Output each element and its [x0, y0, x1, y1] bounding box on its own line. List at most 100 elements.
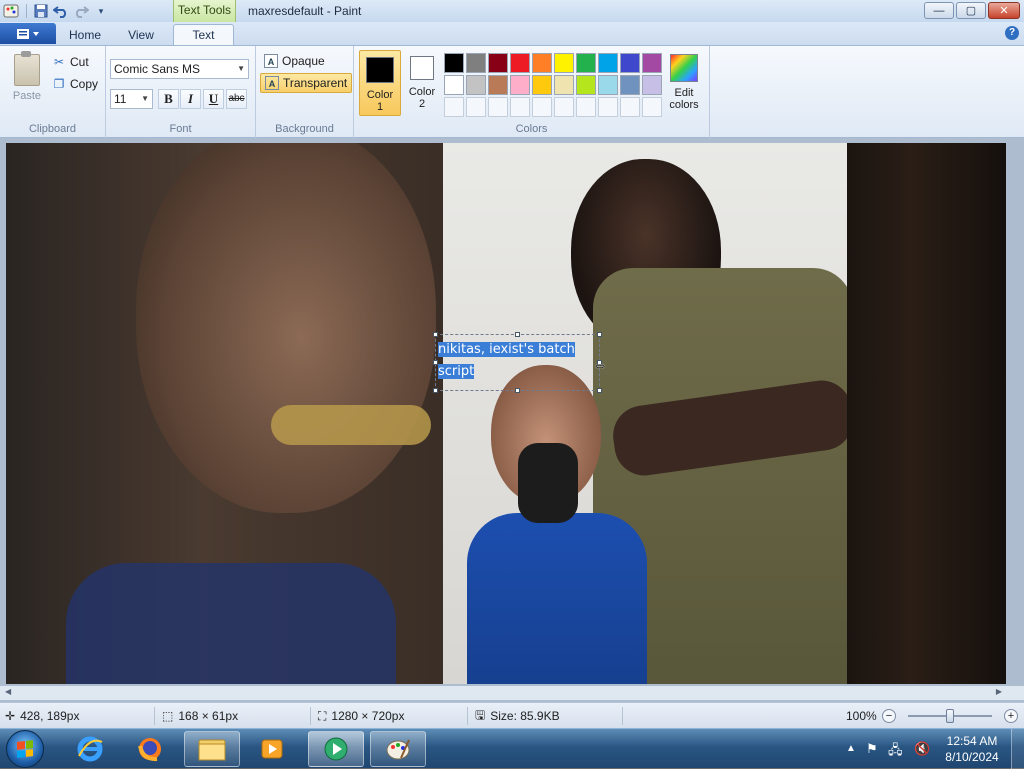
disk-icon: 🖫	[475, 707, 486, 722]
palette-color-2-8[interactable]	[598, 75, 618, 95]
zoom-slider-thumb[interactable]	[946, 709, 954, 723]
resize-handle-w[interactable]	[433, 360, 438, 365]
maximize-button[interactable]: ▢	[956, 2, 986, 19]
volume-muted-icon[interactable]: 🔇	[914, 741, 930, 757]
zoom-in-button[interactable]: +	[1004, 709, 1018, 723]
palette-color-1-8[interactable]	[598, 53, 618, 73]
taskbar-paint[interactable]	[370, 731, 426, 767]
show-desktop-button[interactable]	[1011, 729, 1024, 769]
font-size-select[interactable]: 11 ▼	[110, 89, 153, 109]
photo-blurred-left	[6, 143, 443, 684]
cursor-position: ✛ 428, 189px	[5, 703, 79, 729]
palette-color-2-4[interactable]	[510, 75, 530, 95]
horizontal-scrollbar[interactable]: ◀ ▶	[0, 686, 1024, 700]
palette-custom-slot[interactable]	[576, 97, 596, 117]
cut-button[interactable]: ✂ Cut	[52, 53, 89, 71]
palette-color-1-9[interactable]	[620, 53, 640, 73]
taskbar-media-player[interactable]	[244, 731, 300, 767]
close-button[interactable]: ✕	[988, 2, 1020, 19]
resize-handle-nw[interactable]	[433, 332, 438, 337]
clock[interactable]: 12:54 AM 8/10/2024	[942, 733, 1002, 765]
palette-color-2-7[interactable]	[576, 75, 596, 95]
paste-button[interactable]: Paste	[8, 51, 46, 108]
palette-color-1-5[interactable]	[532, 53, 552, 73]
save-icon[interactable]	[31, 1, 51, 21]
resize-handle-ne[interactable]	[597, 332, 602, 337]
copy-button[interactable]: ❐ Copy	[52, 75, 98, 93]
color-1-button[interactable]: Color 1	[359, 50, 401, 116]
paste-icon	[14, 51, 40, 86]
resize-handle-s[interactable]	[515, 388, 520, 393]
minimize-button[interactable]: —	[924, 2, 954, 19]
palette-custom-slot[interactable]	[488, 97, 508, 117]
bold-button[interactable]: B	[158, 89, 179, 109]
customize-icon[interactable]: ▾	[91, 1, 111, 21]
opaque-button[interactable]: A Opaque	[260, 51, 329, 71]
tab-view[interactable]: View	[114, 25, 168, 45]
palette-color-2-5[interactable]	[532, 75, 552, 95]
palette-color-2-1[interactable]	[444, 75, 464, 95]
paint-menu-button[interactable]	[0, 23, 56, 44]
palette-color-1-7[interactable]	[576, 53, 596, 73]
background-group-label: Background	[275, 123, 334, 135]
palette-color-1-1[interactable]	[444, 53, 464, 73]
italic-button[interactable]: I	[180, 89, 201, 109]
action-center-flag-icon[interactable]: ⚑	[866, 741, 878, 757]
palette-color-2-10[interactable]	[642, 75, 662, 95]
palette-custom-slot[interactable]	[554, 97, 574, 117]
palette-color-2-3[interactable]	[488, 75, 508, 95]
palette-custom-slot[interactable]	[598, 97, 618, 117]
window-title: maxresdefault - Paint	[248, 4, 362, 18]
tab-text[interactable]: Text	[173, 24, 234, 46]
paint-app-icon[interactable]	[0, 1, 22, 21]
palette-color-2-6[interactable]	[554, 75, 574, 95]
palette-color-1-4[interactable]	[510, 53, 530, 73]
palette-color-1-10[interactable]	[642, 53, 662, 73]
tab-home[interactable]: Home	[58, 25, 112, 45]
text-entry-content[interactable]: nikitas, iexist's batch script	[438, 339, 597, 383]
status-separator	[154, 707, 155, 725]
redo-icon[interactable]	[71, 1, 91, 21]
underline-button[interactable]: U	[203, 89, 224, 109]
taskbar-media-center[interactable]	[308, 731, 364, 767]
start-button[interactable]	[6, 730, 44, 768]
resize-handle-se[interactable]	[597, 388, 602, 393]
color-spectrum-icon	[670, 54, 698, 82]
palette-color-1-2[interactable]	[466, 53, 486, 73]
color-2-button[interactable]: Color 2	[401, 50, 443, 116]
text-entry-box[interactable]: nikitas, iexist's batch script	[433, 332, 602, 393]
edit-colors-label-line2: colors	[669, 99, 699, 111]
scroll-right-icon[interactable]: ▶	[996, 687, 1002, 696]
opaque-icon: A	[264, 54, 278, 68]
palette-color-1-3[interactable]	[488, 53, 508, 73]
zoom-out-button[interactable]: −	[882, 709, 896, 723]
palette-custom-slot[interactable]	[510, 97, 530, 117]
taskbar-internet-explorer[interactable]	[62, 731, 118, 767]
network-icon[interactable]: 🖧	[888, 741, 903, 763]
palette-custom-slot[interactable]	[466, 97, 486, 117]
help-icon[interactable]: ?	[1005, 26, 1019, 40]
undo-icon[interactable]	[51, 1, 71, 21]
transparent-button[interactable]: A Transparent	[260, 73, 353, 93]
image-canvas[interactable]	[6, 143, 1006, 684]
palette-color-2-2[interactable]	[466, 75, 486, 95]
font-family-select[interactable]: Comic Sans MS ▼	[110, 59, 249, 79]
palette-custom-slot[interactable]	[620, 97, 640, 117]
palette-custom-slot[interactable]	[642, 97, 662, 117]
strikethrough-button[interactable]: abc	[226, 89, 247, 109]
palette-custom-slot[interactable]	[532, 97, 552, 117]
resize-handle-n[interactable]	[515, 332, 520, 337]
black-glove	[518, 443, 578, 523]
selection-size-value: 168 × 61px	[178, 709, 239, 723]
scroll-left-icon[interactable]: ◀	[5, 687, 11, 696]
taskbar-file-explorer[interactable]	[184, 731, 240, 767]
palette-custom-slot[interactable]	[444, 97, 464, 117]
palette-color-1-6[interactable]	[554, 53, 574, 73]
internet-explorer-icon	[77, 736, 103, 762]
taskbar-firefox[interactable]	[122, 731, 178, 767]
file-size: 🖫 Size: 85.9KB	[475, 703, 560, 729]
show-hidden-icons-icon[interactable]: ▲	[846, 743, 856, 754]
palette-color-2-9[interactable]	[620, 75, 640, 95]
edit-colors-button[interactable]: Edit colors	[664, 52, 704, 111]
resize-handle-sw[interactable]	[433, 388, 438, 393]
